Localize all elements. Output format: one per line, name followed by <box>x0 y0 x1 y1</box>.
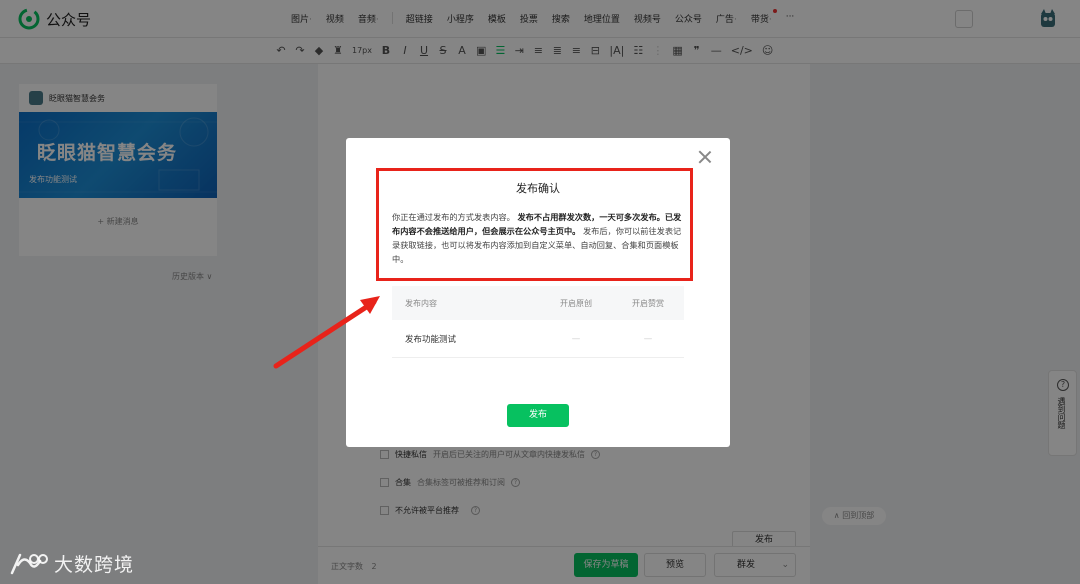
table-header: 发布内容 开启原创 开启赞赏 <box>392 286 684 320</box>
watermark: 大数跨境 <box>8 550 134 577</box>
publish-content-table: 发布内容 开启原创 开启赞赏 发布功能测试 — — <box>392 286 684 358</box>
row-original: — <box>571 333 581 344</box>
header-reward: 开启赞赏 <box>632 298 664 308</box>
header-content: 发布内容 <box>405 298 437 308</box>
row-title: 发布功能测试 <box>405 334 457 345</box>
table-row: 发布功能测试 — — <box>392 320 684 358</box>
publish-confirm-dialog: 发布确认 你正在通过发布的方式发表内容。 发布不占用群发次数，一天可多次发布。已… <box>346 138 730 447</box>
row-reward: — <box>643 333 653 344</box>
header-original: 开启原创 <box>560 298 592 308</box>
highlight-box <box>376 168 693 281</box>
close-icon[interactable] <box>698 150 712 164</box>
red-arrow-icon <box>273 296 380 369</box>
publish-button[interactable]: 发布 <box>507 404 569 427</box>
watermark-text: 大数跨境 <box>54 554 135 576</box>
watermark-logo-icon <box>10 553 48 574</box>
